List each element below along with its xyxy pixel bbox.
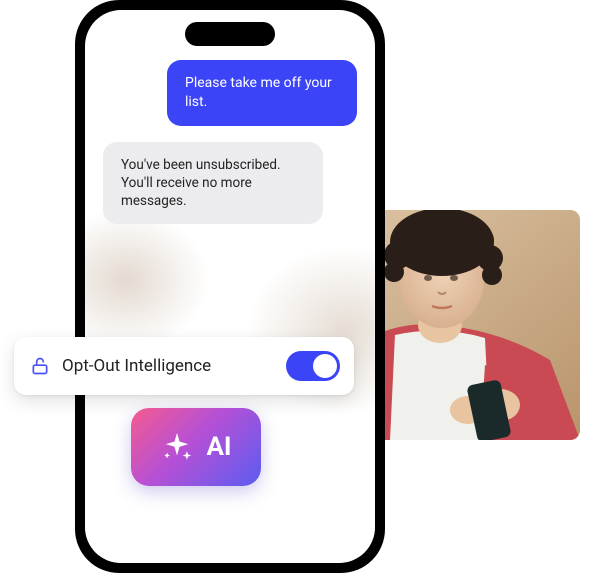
lock-icon xyxy=(30,356,50,376)
phone-mockup: Please take me off your list. You've bee… xyxy=(75,0,385,573)
ai-badge-label: AI xyxy=(206,432,231,462)
opt-out-label: Opt-Out Intelligence xyxy=(62,356,274,376)
sparkle-icon xyxy=(160,430,194,464)
message-user: Please take me off your list. xyxy=(167,60,357,126)
opt-out-card: Opt-Out Intelligence xyxy=(14,337,354,395)
message-system: You've been unsubscribed. You'll receive… xyxy=(103,142,323,225)
ai-badge: AI xyxy=(131,408,261,486)
opt-out-toggle[interactable] xyxy=(286,351,340,381)
